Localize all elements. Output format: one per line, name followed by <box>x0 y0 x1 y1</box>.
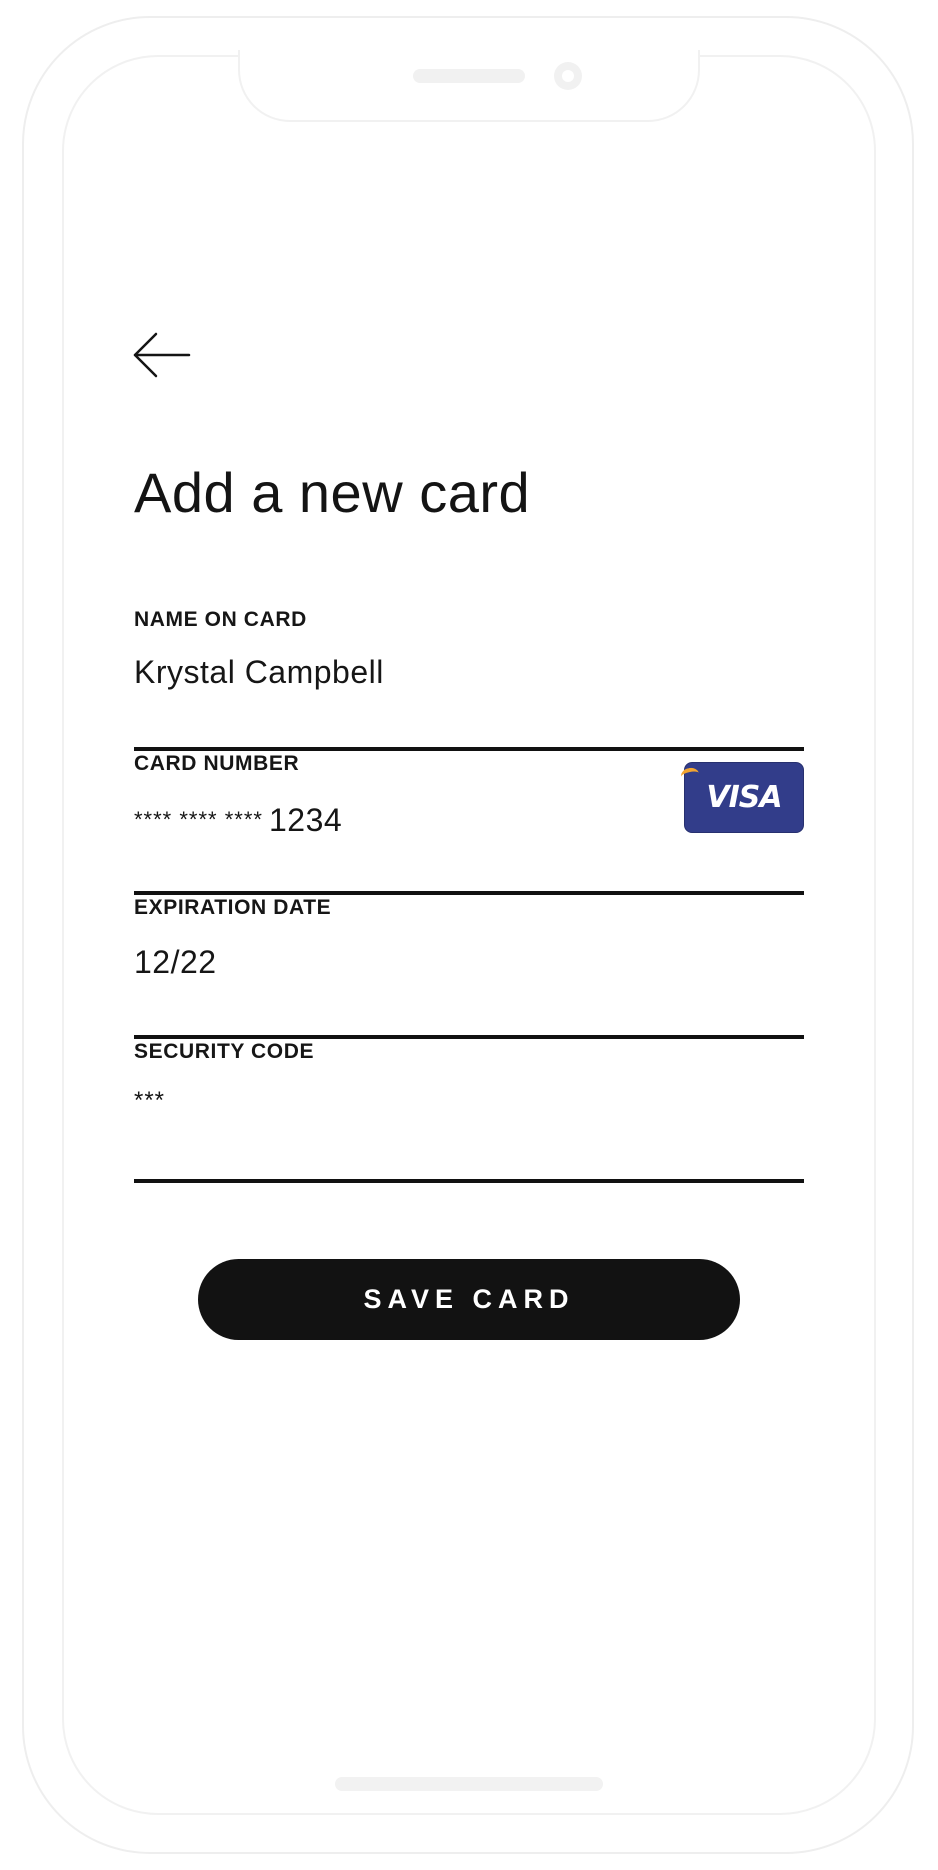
speaker-grille <box>413 69 525 83</box>
expiration-date-label: EXPIRATION DATE <box>134 896 332 919</box>
security-code-field[interactable]: SECURITY CODE *** <box>134 1039 804 1183</box>
name-on-card-field[interactable]: NAME ON CARD Krystal Campbell <box>134 607 804 751</box>
notch-cover <box>240 52 698 62</box>
card-number-field[interactable]: CARD NUMBER **** **** **** 1234 VISA <box>134 751 804 895</box>
card-number-input[interactable]: **** **** **** 1234 <box>134 801 654 839</box>
save-card-button[interactable]: SAVE CARD <box>198 1259 740 1340</box>
visa-swoosh <box>679 766 701 784</box>
camera-icon <box>554 62 582 90</box>
card-number-masked: **** **** **** <box>134 807 263 832</box>
home-indicator[interactable] <box>335 1777 603 1791</box>
card-number-label: CARD NUMBER <box>134 752 300 775</box>
name-on-card-input[interactable]: Krystal Campbell <box>134 653 654 691</box>
page-title: Add a new card <box>134 461 531 524</box>
name-on-card-label: NAME ON CARD <box>134 608 307 631</box>
visa-logo-text: VISA <box>706 780 782 815</box>
card-number-last4: 1234 <box>268 802 343 838</box>
back-button[interactable] <box>133 332 191 378</box>
expiration-date-input[interactable]: 12/22 <box>134 943 654 981</box>
security-code-label: SECURITY CODE <box>134 1040 315 1063</box>
arrow-left-icon <box>133 332 191 378</box>
security-code-input[interactable]: *** <box>134 1087 654 1116</box>
expiration-date-field[interactable]: EXPIRATION DATE 12/22 <box>134 895 804 1039</box>
visa-card-icon: VISA <box>679 762 804 833</box>
